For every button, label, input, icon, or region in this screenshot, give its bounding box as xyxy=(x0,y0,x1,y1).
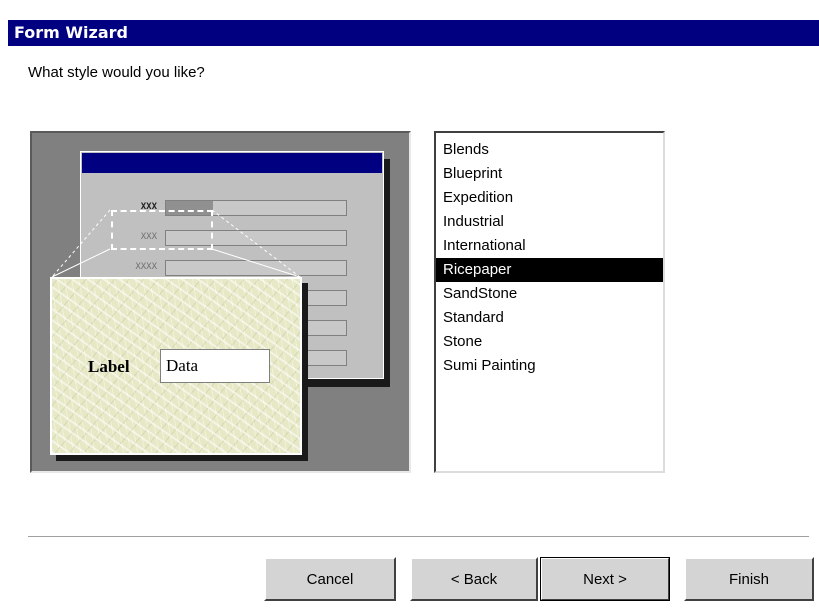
style-item-standard[interactable]: Standard xyxy=(436,306,663,330)
style-item-blends[interactable]: Blends xyxy=(436,138,663,162)
footer-divider xyxy=(28,536,809,538)
style-item-ricepaper[interactable]: Ricepaper xyxy=(436,258,663,282)
style-preview: XXX XXX XXXX Label Data xyxy=(30,131,411,473)
style-listbox[interactable]: Blends Blueprint Expedition Industrial I… xyxy=(434,131,665,473)
style-item-sandstone[interactable]: SandStone xyxy=(436,282,663,306)
style-item-industrial[interactable]: Industrial xyxy=(436,210,663,234)
sample-data-box: Data xyxy=(160,349,270,383)
style-item-expedition[interactable]: Expedition xyxy=(436,186,663,210)
next-button[interactable]: Next > xyxy=(540,557,670,601)
finish-button[interactable]: Finish xyxy=(684,557,814,601)
style-item-international[interactable]: International xyxy=(436,234,663,258)
window-title: Form Wizard xyxy=(8,20,819,46)
style-item-sumi-painting[interactable]: Sumi Painting xyxy=(436,354,663,378)
style-item-stone[interactable]: Stone xyxy=(436,330,663,354)
cancel-button[interactable]: Cancel xyxy=(264,557,396,601)
form-wizard-window: Form Wizard What style would you like? X… xyxy=(0,0,819,614)
style-item-blueprint[interactable]: Blueprint xyxy=(436,162,663,186)
sample-label: Label xyxy=(88,357,130,376)
back-button[interactable]: < Back xyxy=(410,557,538,601)
zoom-panel: Label Data xyxy=(50,277,302,455)
style-prompt: What style would you like? xyxy=(28,64,205,81)
